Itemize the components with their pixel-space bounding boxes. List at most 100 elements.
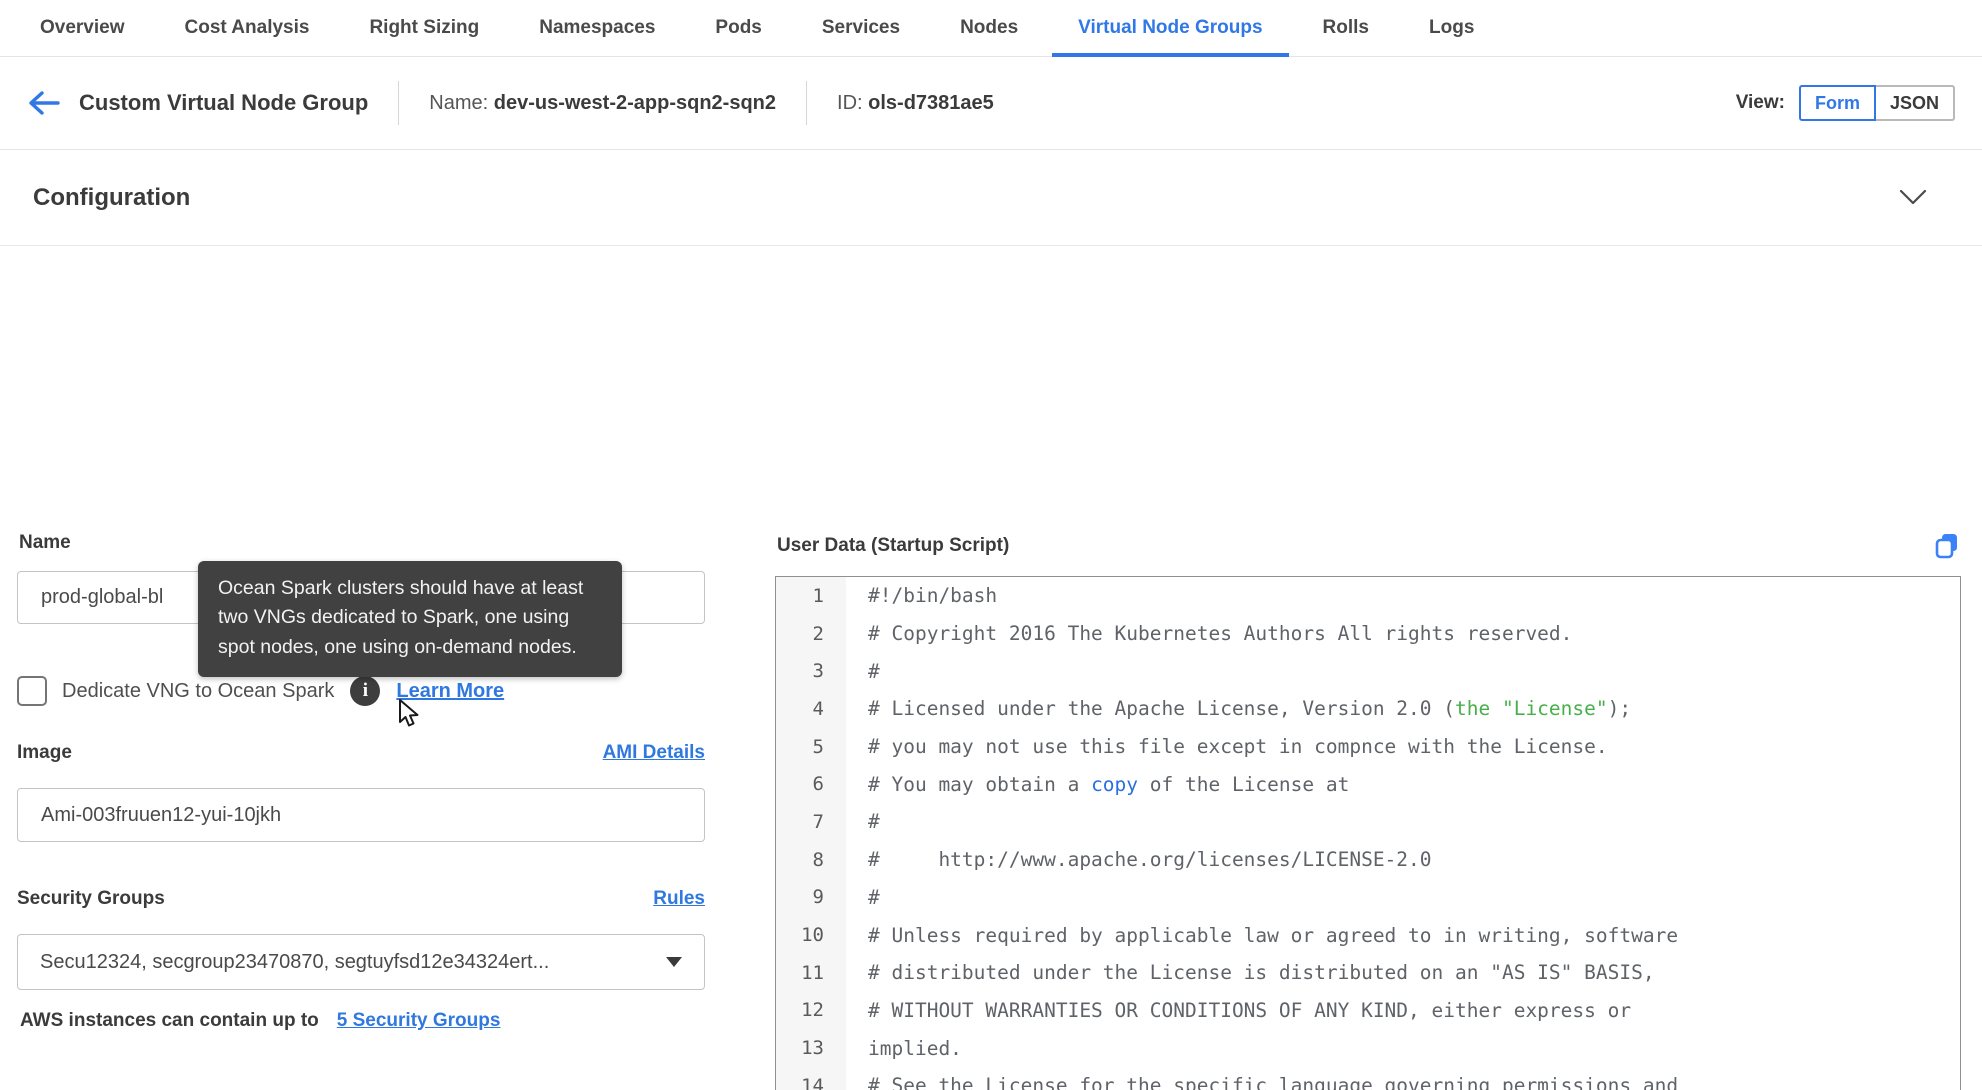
chevron-down-icon[interactable] xyxy=(1899,189,1927,206)
code-line: 4 # Licensed under the Apache License, Ve… xyxy=(776,690,1960,728)
line-number: 3 xyxy=(776,652,846,691)
user-data-header: User Data (Startup Script) xyxy=(777,531,1960,561)
name-label: Name xyxy=(19,532,71,553)
code-line: 12 # WITHOUT WARRANTIES OR CONDITIONS OF … xyxy=(776,991,1960,1030)
code-line: 10 # Unless required by applicable law or… xyxy=(776,916,1960,954)
info-icon[interactable]: i xyxy=(350,676,381,706)
tab-logs[interactable]: Logs xyxy=(1403,0,1500,56)
security-groups-helper: AWS instances can contain up to 5 Securi… xyxy=(20,1010,500,1032)
tab-label: Nodes xyxy=(960,17,1019,38)
code-text: # Copyright 2016 The Kubernetes Authors … xyxy=(846,622,1572,645)
code-token: # Licensed under the Apache License, Ver… xyxy=(868,697,1455,721)
image-input[interactable] xyxy=(17,788,705,842)
code-text: #!/bin/bash xyxy=(846,584,997,607)
ocean-spark-tooltip: Ocean Spark clusters should have at leas… xyxy=(198,561,622,677)
tab-label: Pods xyxy=(715,17,762,38)
back-arrow-icon[interactable] xyxy=(27,90,61,116)
view-form-button[interactable]: Form xyxy=(1798,85,1876,121)
vng-id-label: ID: xyxy=(837,91,863,114)
user-data-code-editor[interactable]: 1 #!/bin/bash 2 # Copyright 2016 The Kubern… xyxy=(775,576,1961,1090)
code-token: # You may obtain a xyxy=(868,772,1092,796)
code-token: # See the License for the specific langu… xyxy=(868,1074,1679,1090)
code-token: copy xyxy=(1091,772,1139,796)
page-title: Custom Virtual Node Group xyxy=(79,90,369,115)
code-text: # xyxy=(846,886,880,909)
rules-link[interactable]: Rules xyxy=(653,888,705,910)
page-header: Custom Virtual Node Group Name: dev-us-w… xyxy=(0,57,1982,150)
code-line: 8 # http://www.apache.org/licenses/LICENS… xyxy=(776,840,1960,879)
line-number: 12 xyxy=(776,991,846,1030)
image-label: Image xyxy=(17,742,72,763)
line-number: 10 xyxy=(776,916,846,954)
code-token: # WITHOUT WARRANTIES OR CONDITIONS OF AN… xyxy=(868,998,1632,1022)
tab-label: Cost Analysis xyxy=(184,17,310,38)
tab-cost-analysis[interactable]: Cost Analysis xyxy=(159,0,336,56)
code-token: # http://www.apache.org/licenses/LICENSE… xyxy=(868,848,1432,872)
line-number: 6 xyxy=(776,765,846,804)
vng-id-value: ols-d7381ae5 xyxy=(868,91,994,114)
tab-services[interactable]: Services xyxy=(796,0,926,56)
tab-namespaces[interactable]: Namespaces xyxy=(513,0,681,56)
code-text: # WITHOUT WARRANTIES OR CONDITIONS OF AN… xyxy=(846,999,1631,1022)
code-token: implied. xyxy=(868,1036,962,1060)
code-token: # xyxy=(868,659,880,683)
dedicate-vng-row: Dedicate VNG to Ocean Spark i Learn More xyxy=(17,676,504,706)
code-token: ); xyxy=(1607,697,1632,721)
code-text: # distributed under the License is distr… xyxy=(846,961,1655,984)
tab-virtual-node-groups[interactable]: Virtual Node Groups xyxy=(1052,0,1289,57)
line-number: 1 xyxy=(776,577,846,615)
view-json-button[interactable]: JSON xyxy=(1875,85,1955,121)
tab-pods[interactable]: Pods xyxy=(689,0,787,56)
tab-overview[interactable]: Overview xyxy=(14,0,151,56)
code-line: 11 # distributed under the License is dis… xyxy=(776,953,1960,992)
line-number: 13 xyxy=(776,1029,846,1067)
code-line: 13 implied. xyxy=(776,1029,1960,1067)
code-token: # xyxy=(868,885,880,909)
ami-details-link[interactable]: AMI Details xyxy=(603,742,705,764)
dedicate-vng-checkbox[interactable] xyxy=(17,676,47,706)
five-security-groups-link[interactable]: 5 Security Groups xyxy=(337,1010,501,1032)
vng-name-label: Name: xyxy=(429,91,489,114)
line-number: 7 xyxy=(776,803,846,841)
tab-label: Right Sizing xyxy=(369,17,480,38)
line-number: 5 xyxy=(776,727,846,766)
image-label-row: Image AMI Details xyxy=(17,742,705,764)
tab-rolls[interactable]: Rolls xyxy=(1297,0,1395,56)
security-groups-select[interactable]: Secu12324, secgroup23470870, segtuyfsd12… xyxy=(17,934,705,990)
line-number: 11 xyxy=(776,953,846,992)
code-text: # xyxy=(846,810,880,833)
configuration-section-header: Configuration xyxy=(0,150,1982,246)
code-token: the "License" xyxy=(1455,697,1608,721)
code-line: 3 # xyxy=(776,652,1960,691)
vng-name: Name: dev-us-west-2-app-sqn2-sqn2 xyxy=(429,92,776,115)
code-text: # Licensed under the Apache License, Ver… xyxy=(846,697,1631,720)
dedicate-vng-label: Dedicate VNG to Ocean Spark xyxy=(62,679,335,702)
line-number: 14 xyxy=(776,1066,846,1090)
tab-label: Services xyxy=(821,17,901,38)
code-text: implied. xyxy=(846,1037,962,1060)
code-text: # xyxy=(846,660,880,683)
code-line: 2 # Copyright 2016 The Kubernetes Authors… xyxy=(776,614,1960,653)
code-token: # Unless required by applicable law or a… xyxy=(868,923,1679,947)
divider xyxy=(806,81,808,125)
tab-nodes[interactable]: Nodes xyxy=(934,0,1044,56)
vng-id: ID: ols-d7381ae5 xyxy=(837,92,994,115)
line-number: 4 xyxy=(776,690,846,728)
vng-name-value: dev-us-west-2-app-sqn2-sqn2 xyxy=(493,91,777,114)
code-line: 6 # You may obtain a copy of the License … xyxy=(776,765,1960,804)
tab-right-sizing[interactable]: Right Sizing xyxy=(343,0,505,56)
security-groups-label: Security Groups xyxy=(17,888,165,909)
code-token: # you may not use this file except in co… xyxy=(868,735,1608,759)
divider xyxy=(398,81,400,125)
code-token: # Copyright 2016 The Kubernetes Authors … xyxy=(868,622,1573,646)
tab-label: Logs xyxy=(1429,17,1475,38)
configuration-content: Name Ocean Spark clusters should have at… xyxy=(0,246,1982,1090)
code-line: 1 #!/bin/bash xyxy=(776,577,1960,615)
line-number: 8 xyxy=(776,840,846,879)
code-text: # You may obtain a copy of the License a… xyxy=(846,773,1349,796)
code-text: # Unless required by applicable law or a… xyxy=(846,924,1678,947)
code-line: 5 # you may not use this file except in c… xyxy=(776,727,1960,766)
copy-icon[interactable] xyxy=(1933,531,1960,561)
code-token: of the License at xyxy=(1138,772,1350,796)
top-nav: Overview Cost Analysis Right Sizing Namespa… xyxy=(0,0,1982,57)
